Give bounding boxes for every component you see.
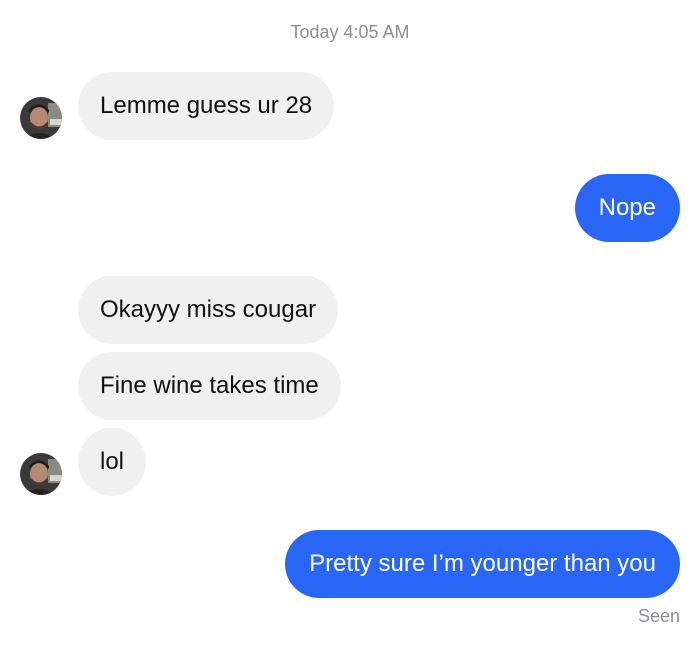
profile-photo-icon: [20, 97, 62, 139]
message-bubble-incoming[interactable]: Fine wine takes time: [78, 352, 341, 420]
timestamp: Today 4:05 AM: [290, 22, 410, 42]
message-bubble-outgoing[interactable]: Pretty sure I’m younger than you: [285, 530, 680, 598]
read-receipt: Seen: [637, 606, 680, 626]
message-bubble-incoming[interactable]: Lemme guess ur 28: [78, 72, 335, 140]
message-bubble-outgoing[interactable]: Nope: [574, 174, 680, 242]
profile-photo-icon: [20, 453, 62, 495]
contact-avatar[interactable]: [20, 97, 62, 139]
message-bubble-incoming[interactable]: Okayyy miss cougar: [78, 276, 339, 344]
contact-avatar[interactable]: [20, 453, 62, 495]
message-bubble-incoming[interactable]: lol: [78, 428, 147, 496]
